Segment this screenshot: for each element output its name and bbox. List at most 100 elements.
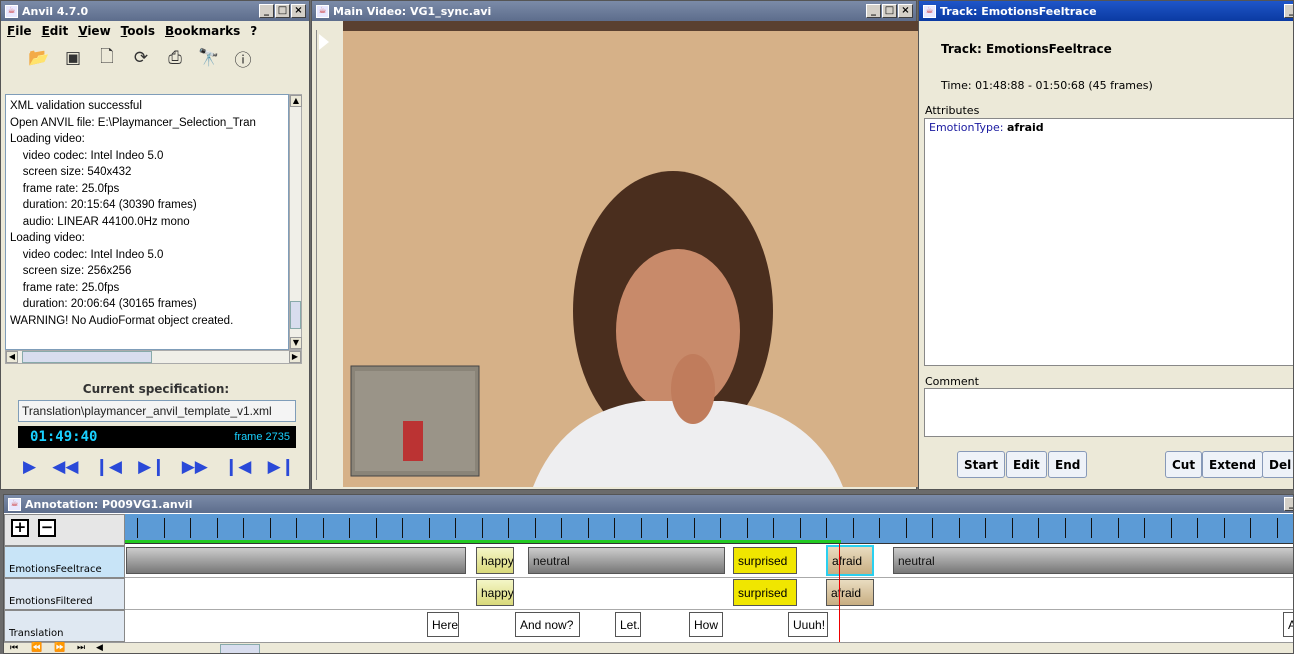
fast-forward-icon[interactable]: ▶▶ [182,457,208,477]
close-button[interactable]: × [898,4,913,18]
anvil-titlebar[interactable]: ☕ Anvil 4.7.0 _ □ × [1,1,309,21]
comment-field[interactable] [924,388,1293,437]
nav-first-icon[interactable]: ⏮ [10,643,18,653]
annotation-titlebar[interactable]: ☕ Annotation: P009VG1.anvil _ [4,495,1293,513]
filtered-segment-happy[interactable]: happy [476,579,514,606]
playhead[interactable] [839,544,840,642]
slider-thumb[interactable] [319,34,329,50]
menu-view[interactable]: View [78,24,110,38]
filtered-segment-afraid[interactable]: afraid [826,579,874,606]
log-horizontal-scrollbar[interactable]: ◀ ▶ [5,350,302,364]
scroll-right-icon[interactable]: ▶ [289,351,301,363]
scroll-left-icon[interactable]: ◀ [6,351,18,363]
print-icon[interactable]: ⎙ [165,48,185,68]
track-label-translation[interactable]: Translation [4,610,125,642]
ruler-tick [376,518,377,538]
scroll-up-icon[interactable]: ▲ [290,95,302,107]
zoom-out-button[interactable]: − [38,519,56,537]
timeline-scroll-thumb[interactable] [220,644,260,653]
attr-value: afraid [1006,121,1044,134]
nav-last-icon[interactable]: ⏭ [77,643,85,653]
translation-segment-let[interactable]: Let. [615,612,641,637]
ruler-tick [296,518,297,538]
menu-help[interactable]: ? [250,24,257,38]
spec-title: Current specification: [82,382,230,396]
step-back-icon[interactable]: ❙◀ [95,457,122,477]
log-line: duration: 20:06:64 (30165 frames) [10,298,197,310]
info-icon[interactable]: ⓘ [233,48,253,71]
feeltrace-segment-afraid-selected[interactable]: afraid [826,545,874,576]
log-line: screen size: 540x432 [10,166,132,178]
edit-button[interactable]: Edit [1006,451,1047,478]
volume-slider[interactable] [316,30,329,480]
track-titlebar[interactable]: ☕ Track: EmotionsFeeltrace _ [919,1,1293,21]
feeltrace-segment-happy[interactable]: happy [476,547,514,574]
step-forward-icon[interactable]: ▶❙ [138,457,165,477]
scroll-left-icon[interactable]: ◀ [96,643,103,653]
minimize-button[interactable]: _ [259,4,274,18]
ruler-tick [1224,518,1225,538]
play-icon[interactable]: ▶ [23,457,36,477]
hscroll-thumb[interactable] [22,351,152,363]
window-controls: _ □ × [259,4,306,18]
extend-button[interactable]: Extend [1202,451,1263,478]
feeltrace-segment-neutral-2[interactable]: neutral [893,547,1293,574]
zoom-in-button[interactable]: + [11,519,29,537]
video-titlebar[interactable]: ☕ Main Video: VG1_sync.avi _ □ × [312,1,916,21]
track-label-emotionsfiltered[interactable]: EmotionsFiltered [4,578,125,610]
reload-icon[interactable]: ⟳ [131,48,151,68]
minimize-button[interactable]: _ [1284,497,1293,511]
nav-next-icon[interactable]: ⏩ [54,643,65,653]
feeltrace-segment-start[interactable] [126,547,466,574]
attributes-label: Attributes [925,104,980,117]
minimize-button[interactable]: _ [1284,4,1293,18]
menu-edit[interactable]: Edit [42,24,69,38]
ruler-tick [508,518,509,538]
log-line: frame rate: 25.0fps [10,281,120,294]
go-end-icon[interactable]: ▶❙ [268,457,295,477]
ruler-tick [614,518,615,538]
video-frame[interactable] [343,21,941,487]
log-vertical-scrollbar[interactable]: ▲ ▼ [289,94,302,350]
scroll-thumb[interactable] [290,301,301,329]
new-document-icon[interactable]: 🗋 [97,47,117,68]
attributes-box[interactable]: EmotionType: afraid [924,118,1293,366]
start-button[interactable]: Start [957,451,1006,478]
search-icon[interactable]: 🔭 [198,48,219,68]
menu-file[interactable]: File [7,24,32,38]
video-title: Main Video: VG1_sync.avi [333,4,492,18]
close-button[interactable]: × [291,4,306,18]
spec-file-field[interactable]: Translation\playmancer_anvil_template_v1… [18,400,296,422]
ruler-tick [137,518,138,538]
ruler-tick [535,518,536,538]
log-output[interactable]: XML validation successful Open ANVIL file… [5,94,289,350]
log-line: screen size: 256x256 [10,265,132,277]
delete-button[interactable]: Del [1262,451,1293,478]
go-start-icon[interactable]: ❙◀ [224,457,251,477]
end-button[interactable]: End [1048,451,1088,478]
java-icon: ☕ [923,4,936,18]
open-folder-icon[interactable]: 📂 [28,48,49,68]
feeltrace-segment-neutral[interactable]: neutral [528,547,725,574]
scroll-down-icon[interactable]: ▼ [290,337,302,349]
maximize-button[interactable]: □ [275,4,290,18]
cut-button[interactable]: Cut [1165,451,1203,478]
nav-prev-icon[interactable]: ⏪ [31,643,42,653]
ruler-tick [323,518,324,538]
translation-segment-and-now[interactable]: And now? [515,612,580,637]
java-icon: ☕ [5,4,18,18]
menu-tools[interactable]: Tools [121,24,155,38]
rewind-icon[interactable]: ◀◀ [52,457,78,477]
translation-segment-how[interactable]: How [689,612,723,637]
maximize-button[interactable]: □ [882,4,897,18]
track-label-emotionsfeeltrace[interactable]: EmotionsFeeltrace [4,546,125,578]
save-icon[interactable]: ▣ [63,48,83,68]
translation-segment-uuuh[interactable]: Uuuh! [788,612,828,637]
menu-bookmarks[interactable]: Bookmarks [165,24,240,38]
translation-segment-here[interactable]: Here [427,612,459,637]
minimize-button[interactable]: _ [866,4,881,18]
filtered-segment-surprised[interactable]: surprised [733,579,797,606]
translation-segment-a[interactable]: A [1283,612,1293,637]
feeltrace-segment-surprised[interactable]: surprised [733,547,797,574]
timeline-navigation: ⏮ ⏪ ⏩ ⏭ ◀ [4,642,1293,653]
